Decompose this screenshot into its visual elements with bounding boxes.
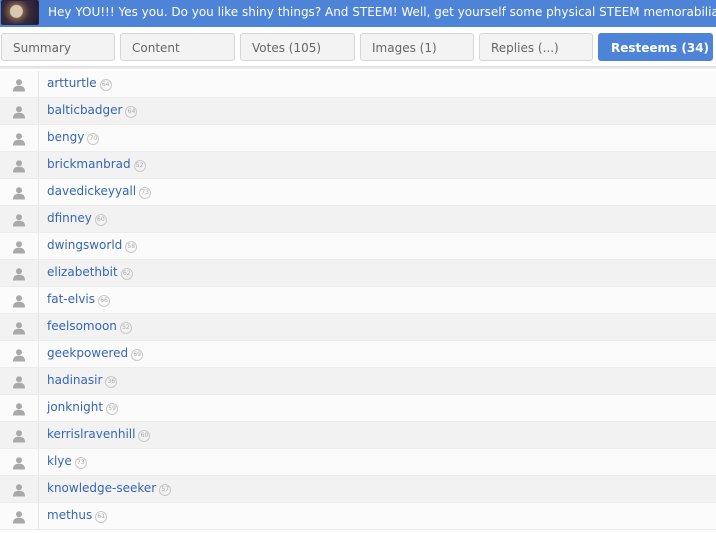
avatar-cell — [0, 206, 39, 232]
username-link[interactable]: fat-elvis 66 — [47, 292, 111, 307]
resteem-row: brickmanbrad 52 — [0, 152, 716, 179]
username-link[interactable]: dfinney 60 — [47, 211, 107, 226]
username-link[interactable]: artturtle 64 — [47, 76, 112, 91]
username-link[interactable]: davedickeyyall 73 — [47, 184, 152, 199]
user-avatar-icon[interactable] — [12, 213, 26, 227]
reputation-badge: 60 — [94, 214, 107, 226]
avatar-cell — [0, 71, 39, 97]
user-avatar-icon[interactable] — [12, 321, 26, 335]
username-link[interactable]: knowledge-seeker 57 — [47, 481, 172, 496]
username-link[interactable]: kerrislravenhill 60 — [47, 427, 151, 442]
banner-text: Hey YOU!!! Yes you. Do you like shiny th… — [48, 5, 716, 19]
avatar-cell — [0, 125, 39, 151]
resteem-row: hadinasir 36 — [0, 368, 716, 395]
avatar-cell — [0, 179, 39, 205]
reputation-badge: 57 — [159, 484, 172, 496]
user-avatar-icon[interactable] — [12, 267, 26, 281]
avatar-cell — [0, 152, 39, 178]
username-link[interactable]: geekpowered 69 — [47, 346, 144, 361]
resteem-list: artturtle 64 balticbadger 64 bengy 70 brickman… — [0, 71, 716, 530]
promo-banner[interactable]: Hey YOU!!! Yes you. Do you like shiny th… — [0, 0, 716, 27]
tab-replies[interactable]: Replies (...) — [479, 33, 593, 61]
username-link[interactable]: bengy 70 — [47, 130, 100, 145]
username-link[interactable]: klye 73 — [47, 454, 87, 469]
reputation-badge: 64 — [99, 79, 112, 91]
resteem-row: dfinney 60 — [0, 206, 716, 233]
resteem-row: balticbadger 64 — [0, 98, 716, 125]
user-avatar-icon[interactable] — [12, 294, 26, 308]
username-link[interactable]: feelsomoon 52 — [47, 319, 132, 334]
avatar-cell — [0, 476, 39, 502]
username-link[interactable]: methus 61 — [47, 508, 108, 523]
resteem-row: feelsomoon 52 — [0, 314, 716, 341]
reputation-badge: 36 — [105, 376, 118, 388]
user-avatar-icon[interactable] — [12, 456, 26, 470]
tab-resteems[interactable]: Resteems (34) — [598, 33, 713, 61]
username-link[interactable]: balticbadger 64 — [47, 103, 138, 118]
tab-bar: Summary Content Votes (105) Images (1) R… — [0, 33, 716, 66]
reputation-badge: 52 — [119, 322, 132, 334]
resteem-row: klye 73 — [0, 449, 716, 476]
user-avatar-icon[interactable] — [12, 186, 26, 200]
resteem-row: fat-elvis 66 — [0, 287, 716, 314]
avatar-cell — [0, 395, 39, 421]
user-avatar-icon[interactable] — [12, 78, 26, 92]
tab-summary[interactable]: Summary — [1, 33, 115, 61]
username-link[interactable]: brickmanbrad 52 — [47, 157, 146, 172]
reputation-badge: 58 — [125, 241, 138, 253]
avatar-cell — [0, 98, 39, 124]
resteem-row: geekpowered 69 — [0, 341, 716, 368]
avatar-cell — [0, 287, 39, 313]
reputation-badge: 62 — [120, 268, 133, 280]
user-avatar-icon[interactable] — [12, 348, 26, 362]
user-avatar-icon[interactable] — [12, 240, 26, 254]
resteem-row: methus 61 — [0, 503, 716, 530]
user-avatar-icon[interactable] — [12, 105, 26, 119]
user-avatar-icon[interactable] — [12, 483, 26, 497]
resteem-row: kerrislravenhill 60 — [0, 422, 716, 449]
avatar-cell — [0, 314, 39, 340]
resteem-row: knowledge-seeker 57 — [0, 476, 716, 503]
reputation-badge: 64 — [125, 106, 138, 118]
user-avatar-icon[interactable] — [12, 510, 26, 524]
user-avatar-icon[interactable] — [12, 159, 26, 173]
reputation-badge: 59 — [106, 403, 119, 415]
tab-votes[interactable]: Votes (105) — [240, 33, 355, 61]
avatar-cell — [0, 233, 39, 259]
avatar-cell — [0, 503, 39, 529]
resteem-row: jonknight 59 — [0, 395, 716, 422]
avatar-cell — [0, 260, 39, 286]
tab-content[interactable]: Content — [120, 33, 235, 61]
banner-thumbnail — [1, 0, 39, 25]
reputation-badge: 70 — [87, 133, 100, 145]
avatar-cell — [0, 341, 39, 367]
avatar-cell — [0, 449, 39, 475]
resteem-row: bengy 70 — [0, 125, 716, 152]
reputation-badge: 61 — [95, 511, 108, 523]
user-avatar-icon[interactable] — [12, 132, 26, 146]
reputation-badge: 69 — [131, 349, 144, 361]
username-link[interactable]: jonknight 59 — [47, 400, 119, 415]
user-avatar-icon[interactable] — [12, 429, 26, 443]
avatar-cell — [0, 368, 39, 394]
resteem-row: davedickeyyall 73 — [0, 179, 716, 206]
reputation-badge: 66 — [98, 295, 111, 307]
reputation-badge: 52 — [133, 160, 146, 172]
reputation-badge: 73 — [74, 457, 87, 469]
username-link[interactable]: hadinasir 36 — [47, 373, 118, 388]
resteem-row: dwingsworld 58 — [0, 233, 716, 260]
tabs-divider — [0, 66, 716, 69]
username-link[interactable]: dwingsworld 58 — [47, 238, 138, 253]
tab-images[interactable]: Images (1) — [360, 33, 474, 61]
reputation-badge: 73 — [139, 187, 152, 199]
reputation-badge: 60 — [138, 430, 151, 442]
resteem-row: elizabethbit 62 — [0, 260, 716, 287]
user-avatar-icon[interactable] — [12, 375, 26, 389]
resteem-row: artturtle 64 — [0, 71, 716, 98]
user-avatar-icon[interactable] — [12, 402, 26, 416]
avatar-cell — [0, 422, 39, 448]
username-link[interactable]: elizabethbit 62 — [47, 265, 133, 280]
